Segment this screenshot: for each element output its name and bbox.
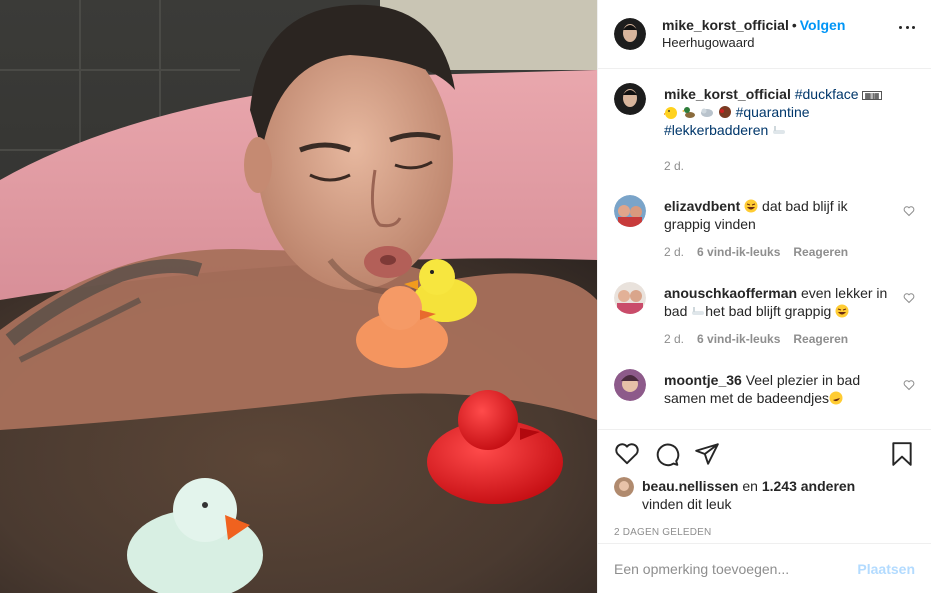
bath-duckface-photo bbox=[0, 0, 597, 593]
comment-item: anouschkaofferman even lekker in bad het… bbox=[614, 282, 915, 348]
instagram-post: mike_korst_official • Volgen Heerhugowaard… bbox=[0, 0, 931, 593]
caption: mike_korst_official #duckface ▦▦ #quaran… bbox=[614, 83, 915, 175]
bathtub-emoji bbox=[692, 307, 705, 315]
share-icon[interactable] bbox=[694, 441, 720, 467]
likes-connector: en bbox=[742, 478, 758, 494]
bookmark-icon[interactable] bbox=[889, 441, 915, 467]
hashtag-duckface[interactable]: #duckface bbox=[795, 86, 859, 102]
more-options-icon[interactable] bbox=[899, 26, 915, 30]
comment-item: elizavdbent dat bad blijf ik grappig vin… bbox=[614, 195, 915, 261]
avatar[interactable] bbox=[614, 83, 646, 115]
comment-icon[interactable] bbox=[654, 441, 680, 467]
turkey-emoji bbox=[718, 106, 731, 118]
post-actions: beau.nellissen en 1.243 anderen vinden d… bbox=[598, 429, 931, 543]
comment-username[interactable]: elizavdbent bbox=[664, 198, 740, 214]
comment-username[interactable]: moontje_36 bbox=[664, 372, 742, 388]
gif-emoji: ▦▦ bbox=[862, 91, 882, 100]
likes-others[interactable]: 1.243 anderen bbox=[762, 478, 855, 494]
post-header: mike_korst_official • Volgen Heerhugowaard bbox=[598, 0, 931, 69]
comment-text: het bad blijft grappig bbox=[705, 303, 832, 319]
like-comment-heart-icon[interactable] bbox=[903, 292, 915, 304]
separator-dot: • bbox=[791, 17, 797, 33]
post-date[interactable]: 2 DAGEN GELEDEN bbox=[614, 527, 915, 538]
likes-suffix: vinden dit leuk bbox=[642, 496, 732, 512]
comment-input[interactable] bbox=[614, 560, 858, 577]
rofl-emoji bbox=[829, 391, 843, 405]
caption-username[interactable]: mike_korst_official bbox=[664, 86, 791, 102]
action-icons bbox=[614, 439, 915, 469]
add-comment-bar: Plaatsen bbox=[598, 543, 931, 593]
like-comment-heart-icon[interactable] bbox=[903, 379, 915, 391]
laughing-emoji bbox=[835, 304, 849, 318]
header-meta: mike_korst_official • Volgen Heerhugowaard bbox=[662, 17, 845, 51]
header-username[interactable]: mike_korst_official bbox=[662, 17, 789, 33]
duck-emoji bbox=[681, 107, 695, 118]
comment-body: moontje_36 Veel plezier in bad samen met… bbox=[664, 371, 894, 407]
caption-body: mike_korst_official #duckface ▦▦ #quaran… bbox=[664, 85, 894, 175]
hashtag-lekkerbadderen[interactable]: #lekkerbadderen bbox=[664, 122, 768, 138]
post-side-panel: mike_korst_official • Volgen Heerhugowaard… bbox=[597, 0, 931, 593]
likes-summary: beau.nellissen en 1.243 anderen vinden d… bbox=[614, 477, 915, 513]
comments-list[interactable]: mike_korst_official #duckface ▦▦ #quaran… bbox=[598, 69, 931, 429]
reply-button[interactable]: Reageren bbox=[793, 330, 848, 348]
avatar[interactable] bbox=[614, 195, 646, 227]
follow-button[interactable]: Volgen bbox=[800, 17, 846, 33]
comment-likes[interactable]: 6 vind-ik-leuks bbox=[697, 243, 780, 261]
comment-likes[interactable]: 6 vind-ik-leuks bbox=[697, 330, 780, 348]
chick-emoji bbox=[664, 107, 677, 119]
laughing-emoji bbox=[744, 199, 758, 213]
comment-meta: 2 d. 6 vind-ik-leuks Reageren bbox=[664, 243, 894, 261]
liker-username[interactable]: beau.nellissen bbox=[642, 478, 738, 494]
comment-meta: 2 d. 6 vind-ik-leuks Reageren bbox=[664, 330, 894, 348]
caption-meta: 2 d. bbox=[664, 157, 894, 175]
avatar[interactable] bbox=[614, 369, 646, 401]
comment-body: elizavdbent dat bad blijf ik grappig vin… bbox=[664, 197, 894, 261]
comment-body: anouschkaofferman even lekker in bad het… bbox=[664, 284, 894, 348]
comment-username[interactable]: anouschkaofferman bbox=[664, 285, 797, 301]
like-comment-heart-icon[interactable] bbox=[903, 205, 915, 217]
avatar[interactable] bbox=[614, 477, 634, 497]
bathtub-emoji bbox=[773, 126, 786, 134]
avatar[interactable] bbox=[614, 282, 646, 314]
reply-button[interactable]: Reageren bbox=[793, 243, 848, 261]
likes-text: beau.nellissen en 1.243 anderen vinden d… bbox=[642, 477, 855, 513]
caption-time[interactable]: 2 d. bbox=[664, 157, 684, 175]
comment-time[interactable]: 2 d. bbox=[664, 330, 684, 348]
dove-emoji bbox=[700, 108, 713, 117]
comment-time[interactable]: 2 d. bbox=[664, 243, 684, 261]
post-photo[interactable] bbox=[0, 0, 597, 593]
heart-icon[interactable] bbox=[614, 441, 640, 467]
avatar[interactable] bbox=[614, 18, 646, 50]
location-link[interactable]: Heerhugowaard bbox=[662, 34, 845, 51]
comment-item: moontje_36 Veel plezier in bad samen met… bbox=[614, 369, 915, 407]
post-comment-button[interactable]: Plaatsen bbox=[857, 561, 915, 577]
hashtag-quarantine[interactable]: #quarantine bbox=[736, 104, 810, 120]
